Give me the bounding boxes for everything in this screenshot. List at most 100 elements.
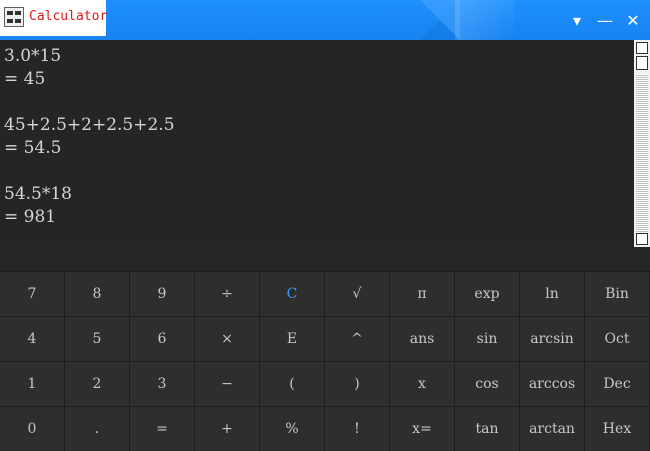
key-x-equals-button[interactable]: x=	[390, 407, 454, 451]
key-multiply-button[interactable]: ×	[195, 317, 259, 361]
close-icon: ✕	[626, 11, 640, 30]
history-result: = 54.5	[4, 138, 62, 158]
key-label: )	[354, 376, 360, 392]
key-8-button[interactable]: 8	[65, 272, 129, 316]
key-dec-button[interactable]: Dec	[585, 362, 649, 406]
key-label: Oct	[604, 331, 630, 347]
key-exponent-button[interactable]: E	[260, 317, 324, 361]
key-sqrt-button[interactable]: √	[325, 272, 389, 316]
key-label: .	[94, 421, 100, 437]
key-label: %	[285, 421, 299, 437]
key-label: Bin	[605, 286, 629, 302]
key-label: 3	[157, 376, 167, 392]
key-pi-button[interactable]: π	[390, 272, 454, 316]
key-percent-button[interactable]: %	[260, 407, 324, 451]
key-open-paren-button[interactable]: (	[260, 362, 324, 406]
key-2-button[interactable]: 2	[65, 362, 129, 406]
key-plus-button[interactable]: +	[195, 407, 259, 451]
input-line[interactable]	[0, 247, 650, 271]
key-7-button[interactable]: 7	[0, 272, 64, 316]
scroll-up-arrow-icon[interactable]	[636, 42, 648, 54]
key-label: +	[221, 421, 233, 437]
minimize-button[interactable]: —	[594, 10, 616, 32]
key-label: ×	[221, 331, 233, 347]
history-result: = 981	[4, 207, 57, 227]
key-label: ans	[409, 331, 435, 347]
key-ln-button[interactable]: ln	[520, 272, 584, 316]
key-label: arcsin	[530, 331, 574, 347]
scroll-down-arrow-icon[interactable]	[636, 233, 648, 245]
key-tan-button[interactable]: tan	[455, 407, 519, 451]
key-label: 9	[157, 286, 167, 302]
calculator-icon	[4, 7, 24, 27]
key-label: arctan	[529, 421, 575, 437]
close-button[interactable]: ✕	[622, 10, 644, 32]
key-label: 0	[27, 421, 37, 437]
key-4-button[interactable]: 4	[0, 317, 64, 361]
key-ans-button[interactable]: ans	[390, 317, 454, 361]
key-label: Hex	[602, 421, 632, 437]
key-6-button[interactable]: 6	[130, 317, 194, 361]
key-0-button[interactable]: 0	[0, 407, 64, 451]
key-hex-button[interactable]: Hex	[585, 407, 649, 451]
key-label: (	[289, 376, 295, 392]
key-divide-button[interactable]: ÷	[195, 272, 259, 316]
key-label: 8	[92, 286, 102, 302]
key-sin-button[interactable]: sin	[455, 317, 519, 361]
key-label: =	[156, 421, 168, 437]
key-label: ÷	[221, 286, 233, 302]
key-arccos-button[interactable]: arccos	[520, 362, 584, 406]
scrollbar-track[interactable]	[636, 74, 648, 232]
key-label: 5	[92, 331, 102, 347]
key-oct-button[interactable]: Oct	[585, 317, 649, 361]
key-9-button[interactable]: 9	[130, 272, 194, 316]
keypad: 7 8 9 ÷ C √ π exp ln Bin 4 5 6 × E ^ ans sin arcsin Oct 1 2 3 −…	[0, 271, 650, 451]
history-expression: 45+2.5+2+2.5+2.5	[4, 115, 175, 135]
key-label: E	[286, 331, 298, 347]
title-area: Calculator	[0, 0, 108, 36]
minimize-icon: —	[597, 11, 613, 30]
history-display[interactable]: 3.0*15 = 45 45+2.5+2+2.5+2.5 = 54.5 54.5…	[0, 40, 634, 247]
key-equals-button[interactable]: =	[130, 407, 194, 451]
key-label: sin	[476, 331, 498, 347]
key-label: C	[286, 286, 298, 302]
key-label: ln	[545, 286, 559, 302]
vertical-scrollbar[interactable]	[634, 40, 650, 247]
history-expression: 54.5*18	[4, 184, 72, 204]
key-label: 7	[27, 286, 37, 302]
scrollbar-thumb[interactable]	[636, 56, 648, 70]
key-clear-button[interactable]: C	[260, 272, 324, 316]
key-close-paren-button[interactable]: )	[325, 362, 389, 406]
key-label: exp	[474, 286, 500, 302]
key-exp-button[interactable]: exp	[455, 272, 519, 316]
key-label: √	[352, 286, 362, 302]
history-result: = 45	[4, 69, 46, 89]
key-x-button[interactable]: x	[390, 362, 454, 406]
key-label: cos	[475, 376, 499, 392]
key-5-button[interactable]: 5	[65, 317, 129, 361]
title-bar-decoration	[455, 0, 515, 40]
window-title: Calculator	[29, 9, 108, 24]
key-arcsin-button[interactable]: arcsin	[520, 317, 584, 361]
key-power-button[interactable]: ^	[325, 317, 389, 361]
key-label: ^	[351, 331, 363, 347]
key-decimal-point-button[interactable]: .	[65, 407, 129, 451]
title-bar[interactable]: Calculator ▾ — ✕	[0, 0, 650, 40]
key-3-button[interactable]: 3	[130, 362, 194, 406]
key-label: 4	[27, 331, 37, 347]
key-minus-button[interactable]: −	[195, 362, 259, 406]
dropdown-button[interactable]: ▾	[566, 10, 588, 32]
key-label: π	[417, 286, 427, 302]
key-cos-button[interactable]: cos	[455, 362, 519, 406]
key-label: arccos	[528, 376, 576, 392]
key-factorial-button[interactable]: !	[325, 407, 389, 451]
key-label: 6	[157, 331, 167, 347]
history-expression: 3.0*15	[4, 46, 62, 66]
chevron-down-icon: ▾	[572, 11, 582, 30]
key-label: x=	[412, 421, 432, 437]
key-1-button[interactable]: 1	[0, 362, 64, 406]
title-bar-decoration	[420, 0, 460, 40]
key-label: x	[418, 376, 426, 392]
key-bin-button[interactable]: Bin	[585, 272, 649, 316]
key-arctan-button[interactable]: arctan	[520, 407, 584, 451]
